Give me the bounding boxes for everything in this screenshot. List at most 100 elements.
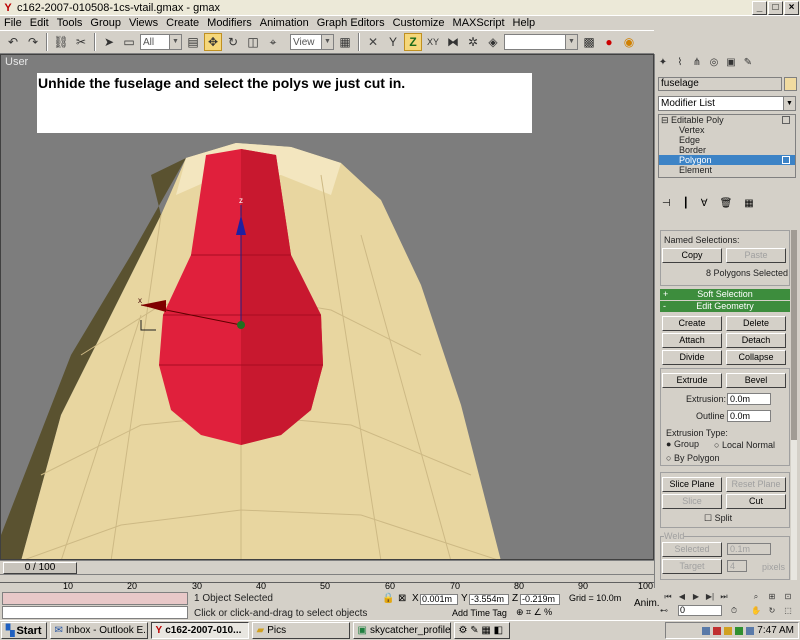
radio-local-normal[interactable]: ○ Local Normal [714,440,775,450]
detach-button[interactable]: Detach [726,333,786,348]
named-selection-dropdown[interactable]: ▼ [504,34,578,50]
viewport-label[interactable]: User [5,56,28,68]
render-icon[interactable]: ● [600,33,618,51]
align-icon[interactable]: ◈ [484,33,502,51]
outline-spinner[interactable]: 0.0m [727,410,771,422]
slice-button[interactable]: Slice [662,494,722,509]
task-outlook[interactable]: ✉ Inbox - Outlook E... [49,622,148,639]
delete-button[interactable]: Delete [726,316,786,331]
stack-toggle[interactable] [782,116,790,124]
zoom-icon[interactable]: ⌕ [750,591,762,602]
absolute-mode-icon[interactable]: ⊠ [398,593,406,604]
menu-graph-editors[interactable]: Graph Editors [313,17,389,29]
arc-rotate-icon[interactable]: ↻ [766,605,778,616]
tray-update-icon[interactable] [735,626,744,635]
stack-item-edge[interactable]: Edge [659,135,795,145]
slice-plane-button[interactable]: Slice Plane [662,477,722,492]
key-mode-icon[interactable]: ⊷ [658,605,670,616]
weld-target-button[interactable]: Target [662,559,722,574]
extrusion-spinner[interactable]: 0.0m [727,393,771,405]
minimize-button[interactable]: _ [752,0,767,15]
menu-create[interactable]: Create [162,17,203,29]
restrict-z-icon[interactable]: Z [404,33,422,51]
paste-button[interactable]: Paste [726,248,786,263]
snap-toggles-icons[interactable]: ⊕ ⌗ ∠ % [516,607,552,618]
command-panel-scrollbar[interactable] [791,230,797,580]
extrude-button[interactable]: Extrude [662,373,722,388]
pin-stack-icon[interactable]: ⊣ [662,198,671,212]
menu-tools[interactable]: Tools [53,17,87,29]
gizmo-center[interactable] [237,321,245,329]
maximize-viewport-icon[interactable]: ⬚ [782,605,794,616]
show-end-result-icon[interactable]: ┃ [683,198,689,212]
select-by-name-icon[interactable]: ▤ [184,33,202,51]
time-config-icon[interactable]: ⏱ [728,605,740,616]
stack-root-editable-poly[interactable]: ⊟ Editable Poly [659,115,795,125]
make-unique-icon[interactable]: ∀ [701,198,708,212]
radio-by-polygon[interactable]: ○ By Polygon [666,453,719,463]
modify-tab-icon[interactable]: ⌇ [673,56,687,70]
create-tab-icon[interactable]: ✦ [656,56,670,70]
create-button[interactable]: Create [662,316,722,331]
display-tab-icon[interactable]: ▣ [724,56,738,70]
menu-animation[interactable]: Animation [256,17,313,29]
tray-security-icon[interactable] [713,626,722,635]
zoom-all-icon[interactable]: ⊞ [766,591,778,602]
use-pivot-icon[interactable]: ▦ [336,33,354,51]
cut-button[interactable]: Cut [726,494,786,509]
clock[interactable]: 7:47 AM [757,625,794,636]
object-color-swatch[interactable] [784,77,797,91]
stack-item-border[interactable]: Border [659,145,795,155]
array-icon[interactable]: ✲ [464,33,482,51]
material-editor-icon[interactable]: ▩ [580,33,598,51]
play-icon[interactable]: ▶ [690,591,702,602]
weld-selected-button[interactable]: Selected [662,542,722,557]
maximize-button[interactable]: □ [768,0,783,15]
select-and-link-icon[interactable]: ⛓ [52,33,70,51]
time-slider-thumb[interactable]: 0 / 100 [3,562,77,574]
divide-button[interactable]: Divide [662,350,722,365]
edit-geometry-rollout[interactable]: - Edit Geometry [660,301,790,312]
stack-item-polygon[interactable]: Polygon [659,155,795,165]
menu-maxscript[interactable]: MAXScript [449,17,509,29]
maxscript-output[interactable] [2,606,188,619]
soft-selection-rollout[interactable]: + Soft Selection [660,289,790,300]
collapse-button[interactable]: Collapse [726,350,786,365]
add-time-tag[interactable]: Add Time Tag [452,608,507,618]
task-gmax[interactable]: Yc162-2007-010... [150,622,249,639]
stack-item-vertex[interactable]: Vertex [659,125,795,135]
go-to-start-icon[interactable]: ⏮ [662,591,674,602]
lock-selection-icon[interactable]: 🔒 [382,593,394,604]
task-skycatcher[interactable]: ▣skycatcher_profile.... [352,622,451,639]
go-to-end-icon[interactable]: ⏭ [718,591,730,602]
select-and-rotate-icon[interactable]: ↻ [224,33,242,51]
task-pics-folder[interactable]: ▰ Pics [251,622,350,639]
menu-help[interactable]: Help [509,17,540,29]
redo-icon[interactable]: ↷ [24,33,42,51]
stack-toggle[interactable] [782,156,790,164]
menu-modifiers[interactable]: Modifiers [203,17,256,29]
scrollbar-thumb[interactable] [791,230,797,440]
reset-plane-button[interactable]: Reset Plane [726,477,786,492]
remove-modifier-icon[interactable]: 🗑 [720,198,733,212]
user-viewport[interactable]: z x User Unhide the fuselage and select … [0,54,654,560]
start-button[interactable]: ▚ Start [1,622,47,639]
utilities-tab-icon[interactable]: ✎ [741,56,755,70]
tray-app-icon[interactable] [746,626,755,635]
motion-tab-icon[interactable]: ◎ [707,56,721,70]
stack-item-element[interactable]: Element [659,165,795,175]
tray-network-icon[interactable] [702,626,711,635]
next-frame-icon[interactable]: ▶| [704,591,716,602]
hierarchy-tab-icon[interactable]: ⋔ [690,56,704,70]
reference-coordinate-dropdown[interactable]: View ▼ [290,34,334,50]
zoom-extents-icon[interactable]: ⊡ [782,591,794,602]
x-coord-field[interactable]: 0.001m [420,594,458,605]
restrict-xy-icon[interactable]: XY [424,33,442,51]
quick-launch-icons[interactable]: ⚙ ✎ ▦ ◧ [453,622,510,639]
weld-threshold-spinner[interactable]: 0.1m [727,543,771,555]
modifier-list-dropdown[interactable]: Modifier List ▼ [658,96,796,111]
current-frame-field[interactable]: 0 [678,605,722,616]
attach-button[interactable]: Attach [662,333,722,348]
pan-icon[interactable]: ✋ [750,605,762,616]
restrict-y-icon[interactable]: Y [384,33,402,51]
